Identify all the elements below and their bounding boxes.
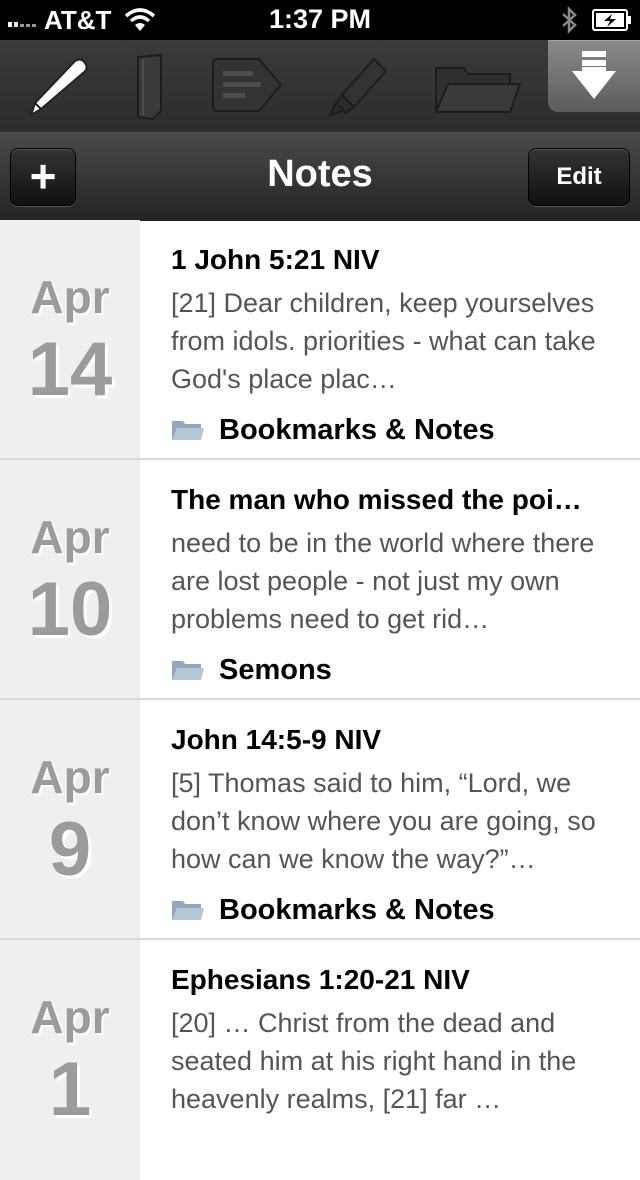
note-date: Apr 10 xyxy=(0,460,140,698)
status-bar: AT&T 1:37 PM xyxy=(0,0,640,40)
note-folder-name: Bookmarks & Notes xyxy=(219,893,495,926)
note-excerpt: [20] … Christ from the dead and seated h… xyxy=(171,1008,577,1114)
note-folder-name: Bookmarks & Notes xyxy=(219,413,495,446)
note-month: Apr xyxy=(30,511,110,563)
download-tool-button[interactable] xyxy=(548,40,640,112)
folder-icon xyxy=(172,421,204,440)
note-content: John 14:5-9 NIV [5] Thomas said to him, … xyxy=(171,722,616,928)
download-icon xyxy=(572,51,616,99)
notes-list: Apr 14 1 John 5:21 NIV [21] Dear childre… xyxy=(0,220,640,1180)
note-folder: Bookmarks & Notes xyxy=(171,892,616,928)
note-title: Ephesians 1:20-21 NIV xyxy=(171,964,470,995)
note-date: Apr 9 xyxy=(0,700,140,938)
notes-tool-button[interactable] xyxy=(198,46,294,126)
note-folder: Semons xyxy=(171,652,616,688)
note-date: Apr 14 xyxy=(0,220,140,458)
note-content: The man who missed the poi… need to be i… xyxy=(171,482,616,688)
note-row[interactable]: Apr 9 John 14:5-9 NIV [5] Thomas said to… xyxy=(0,700,640,940)
note-title: 1 John 5:21 NIV xyxy=(171,244,380,275)
note-day: 9 xyxy=(48,807,92,892)
note-tag-icon xyxy=(212,58,283,112)
bluetooth-icon xyxy=(562,6,577,34)
note-row[interactable]: Apr 1 Ephesians 1:20-21 NIV [20] … Chris… xyxy=(0,940,640,1180)
note-row[interactable]: Apr 10 The man who missed the poi… need … xyxy=(0,460,640,700)
status-right xyxy=(560,4,632,36)
note-day: 10 xyxy=(27,567,113,652)
note-date: Apr 1 xyxy=(0,940,140,1180)
bookmark-tool-button[interactable] xyxy=(100,46,196,126)
note-folder-name: Semons xyxy=(219,653,332,686)
edit-button[interactable]: Edit xyxy=(528,148,630,206)
note-content: Ephesians 1:20-21 NIV [20] … Christ from… xyxy=(171,962,616,1118)
folders-tool-button[interactable] xyxy=(428,46,524,126)
status-time: 1:37 PM xyxy=(268,4,372,34)
note-day: 14 xyxy=(27,327,113,412)
pencil-tool-button[interactable] xyxy=(10,46,106,126)
note-row[interactable]: Apr 14 1 John 5:21 NIV [21] Dear childre… xyxy=(0,220,640,460)
folder-icon xyxy=(434,67,522,113)
note-title: John 14:5-9 NIV xyxy=(171,724,382,755)
pencil-icon xyxy=(29,58,88,118)
navigation-bar: + Notes Edit xyxy=(0,132,640,221)
bookmark-icon xyxy=(137,53,162,121)
note-excerpt: [5] Thomas said to him, “Lord, we don’t … xyxy=(171,768,596,874)
note-month: Apr xyxy=(30,751,110,803)
note-month: Apr xyxy=(30,991,110,1043)
highlighter-icon xyxy=(328,57,388,117)
note-month: Apr xyxy=(30,271,110,323)
toolbar xyxy=(0,40,640,132)
note-excerpt: [21] Dear children, keep yourselves from… xyxy=(171,288,596,394)
folder-icon xyxy=(172,661,204,680)
note-excerpt: need to be in the world where there are … xyxy=(171,528,595,634)
note-content: 1 John 5:21 NIV [21] Dear children, keep… xyxy=(171,242,616,448)
note-day: 1 xyxy=(48,1047,92,1132)
battery-charging-icon xyxy=(592,9,631,31)
folder-icon xyxy=(172,901,204,920)
highlighter-tool-button[interactable] xyxy=(308,46,404,126)
note-folder: Bookmarks & Notes xyxy=(171,412,616,448)
note-title: The man who missed the poi… xyxy=(171,484,582,515)
